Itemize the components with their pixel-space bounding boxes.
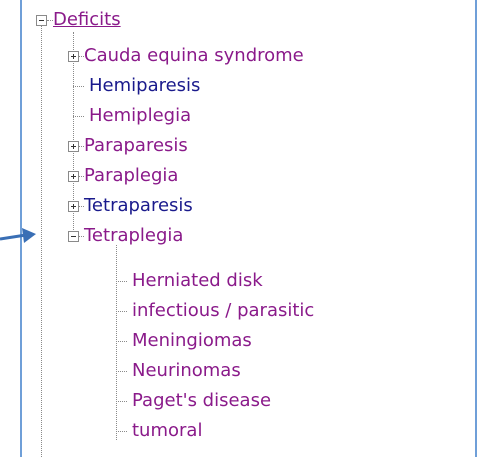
tree-node-tetraplegia[interactable]: Tetraplegia xyxy=(68,221,183,251)
tree-node-label[interactable]: Meningiomas xyxy=(132,330,252,352)
collapse-toggle-icon[interactable] xyxy=(36,14,47,26)
tree-node-label[interactable]: Paget's disease xyxy=(132,390,271,412)
tree-node-herniated-disk[interactable]: Herniated disk xyxy=(116,266,263,296)
tree-node-pagets-disease[interactable]: Paget's disease xyxy=(116,386,271,416)
tree-node-label[interactable]: tumoral xyxy=(132,420,202,442)
tree-node-label[interactable]: Deficits xyxy=(53,9,121,31)
tree-node-label[interactable]: Herniated disk xyxy=(132,270,263,292)
expand-toggle-icon[interactable] xyxy=(68,170,79,182)
tree-node-label[interactable]: Hemiparesis xyxy=(89,75,200,97)
tree-node-label[interactable]: Tetraparesis xyxy=(84,195,193,217)
tree-node-meningiomas[interactable]: Meningiomas xyxy=(116,326,252,356)
tree-node-label[interactable]: Hemiplegia xyxy=(89,105,191,127)
expand-toggle-icon[interactable] xyxy=(68,50,79,62)
tree-node-neurinomas[interactable]: Neurinomas xyxy=(116,356,241,386)
tree-node-label[interactable]: Paraplegia xyxy=(84,165,178,187)
tree-node-infectious-parasitic[interactable]: infectious / parasitic xyxy=(116,296,314,326)
tree-node-tumoral[interactable]: tumoral xyxy=(116,416,202,446)
tree-node-deficits[interactable]: Deficits xyxy=(36,5,121,35)
expand-toggle-icon[interactable] xyxy=(68,200,79,212)
collapse-toggle-icon[interactable] xyxy=(68,230,79,242)
tree-view: Deficits Cauda equina syndrome Hemipares… xyxy=(0,0,492,457)
tree-node-paraparesis[interactable]: Paraparesis xyxy=(68,131,188,161)
tree-node-label[interactable]: Cauda equina syndrome xyxy=(84,45,304,67)
tree-node-tetraparesis[interactable]: Tetraparesis xyxy=(68,191,193,221)
tree-node-label[interactable]: Tetraplegia xyxy=(84,225,183,247)
tree-node-cauda-equina-syndrome[interactable]: Cauda equina syndrome xyxy=(68,41,304,71)
tree-node-hemiplegia[interactable]: Hemiplegia xyxy=(73,101,191,131)
tree-node-label[interactable]: infectious / parasitic xyxy=(132,300,314,322)
tree-node-label[interactable]: Paraparesis xyxy=(84,135,188,157)
tree-node-label[interactable]: Neurinomas xyxy=(132,360,241,382)
tree-node-paraplegia[interactable]: Paraplegia xyxy=(68,161,178,191)
expand-toggle-icon[interactable] xyxy=(68,140,79,152)
tree-node-hemiparesis[interactable]: Hemiparesis xyxy=(73,71,200,101)
